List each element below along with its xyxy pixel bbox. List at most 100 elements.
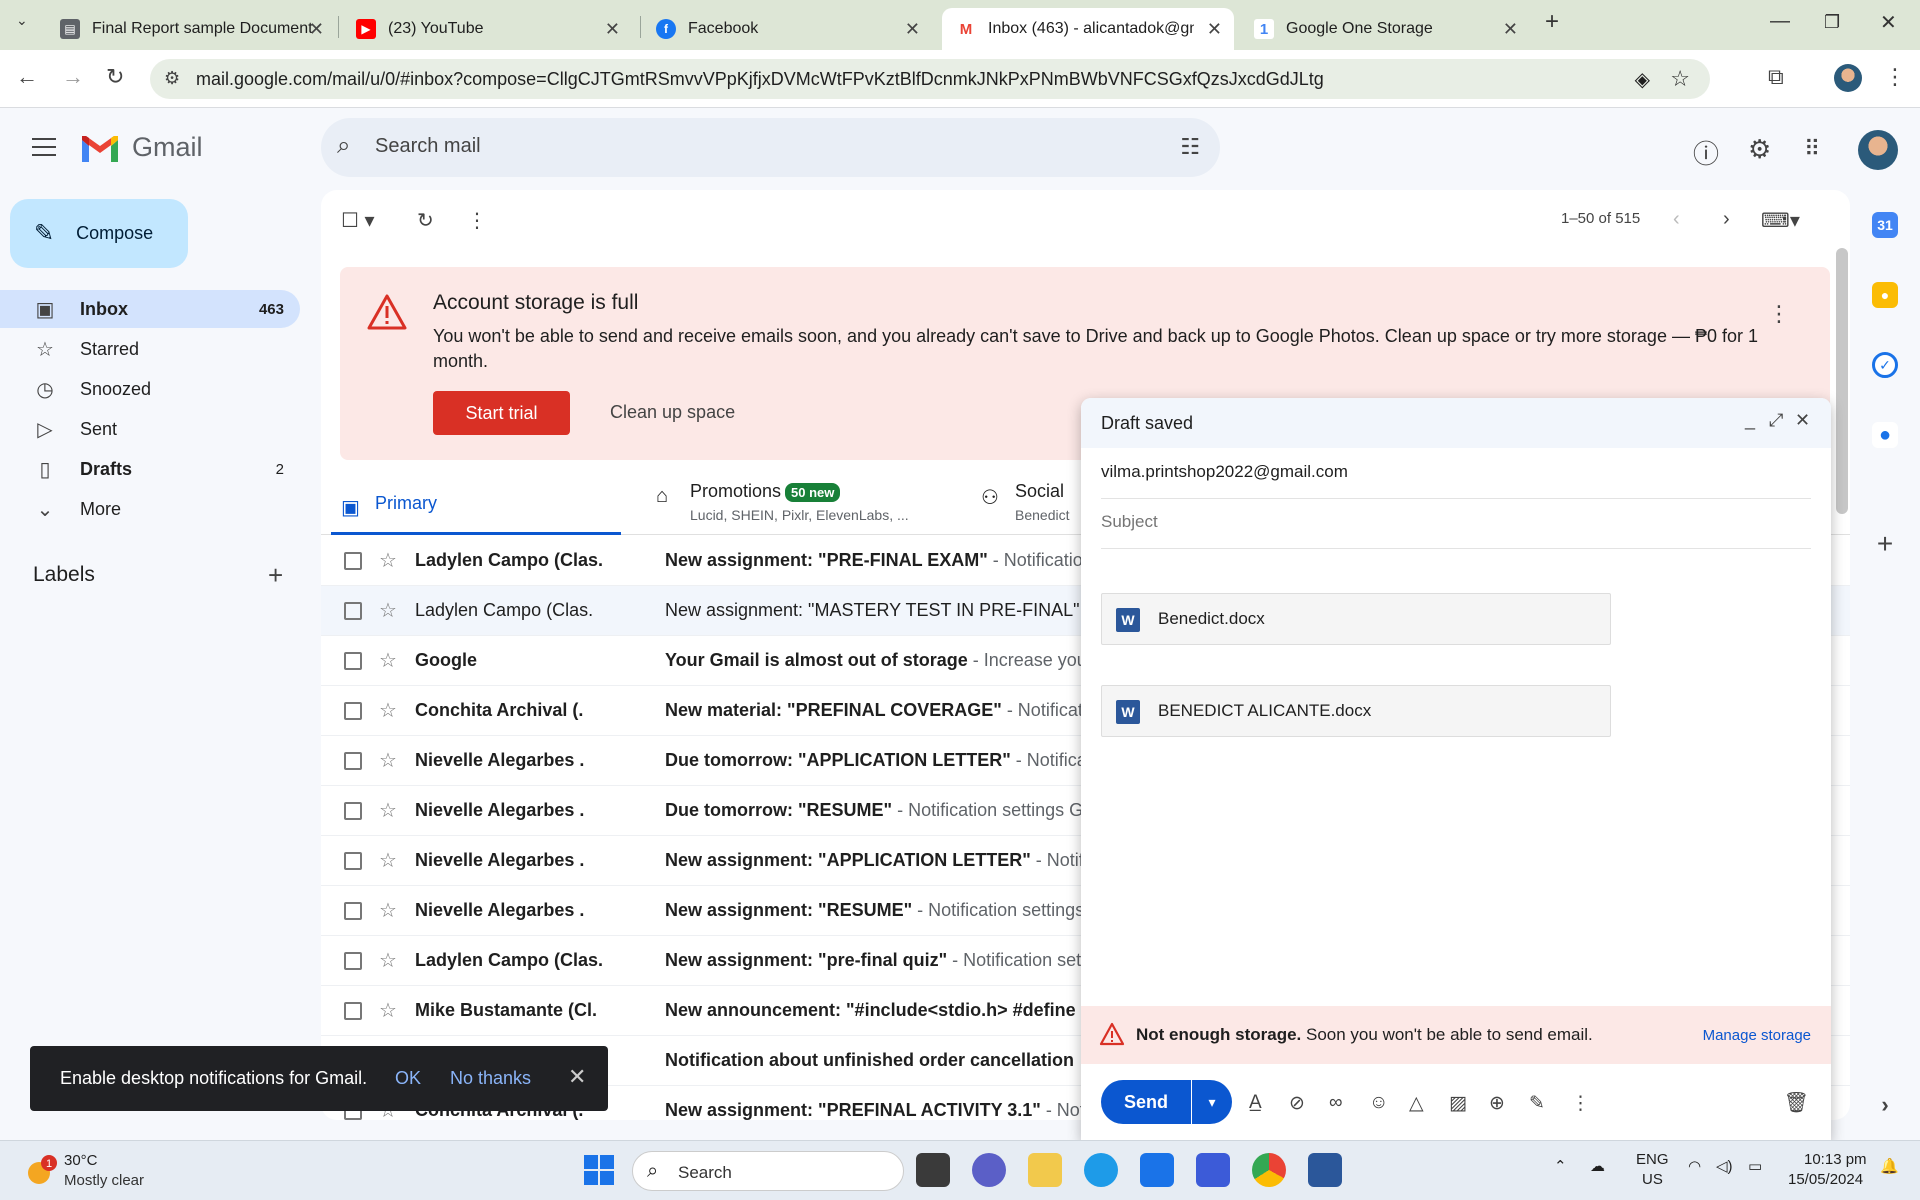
settings-gear-icon[interactable]: ⚙ — [1748, 134, 1771, 165]
more-options-icon[interactable]: ⋮ — [1571, 1092, 1590, 1115]
main-menu-icon[interactable] — [32, 138, 56, 156]
row-checkbox[interactable] — [344, 902, 362, 920]
compose-button[interactable]: ✎ Compose — [10, 199, 188, 268]
nav-item-snoozed[interactable]: ◷ Snoozed — [0, 370, 300, 408]
star-icon[interactable]: ☆ — [379, 548, 397, 573]
search-bar[interactable]: ⌕ Search mail ☷ — [321, 118, 1220, 177]
bookmark-star-icon[interactable]: ☆ — [1670, 66, 1690, 92]
attachment-chip[interactable]: W BENEDICT ALICANTE.docx — [1101, 685, 1611, 737]
nav-item-inbox[interactable]: ▣ Inbox 463 — [0, 290, 300, 328]
recipient-field[interactable]: vilma.printshop2022@gmail.com — [1101, 462, 1348, 482]
tab-primary[interactable]: ▣ Primary — [331, 475, 621, 535]
close-icon[interactable]: ✕ — [1207, 19, 1222, 40]
extension-icon[interactable]: ◈ — [1635, 67, 1650, 92]
show-hidden-icons[interactable]: ⌃ — [1554, 1157, 1567, 1175]
confidential-mode-icon[interactable]: ⊕ — [1489, 1092, 1505, 1115]
star-icon[interactable]: ☆ — [379, 648, 397, 673]
language-code[interactable]: ENG — [1636, 1151, 1669, 1168]
add-addon-icon[interactable]: + — [1872, 528, 1898, 559]
calendar-icon[interactable]: 31 — [1872, 212, 1898, 238]
send-button[interactable]: Send — [1101, 1080, 1191, 1124]
close-icon[interactable]: ✕ — [1503, 19, 1518, 40]
browser-menu-icon[interactable]: ⋮ — [1884, 64, 1906, 90]
edge-icon[interactable] — [1084, 1153, 1118, 1187]
close-icon[interactable]: ✕ — [1795, 410, 1810, 431]
store-icon[interactable] — [1140, 1153, 1174, 1187]
emoji-icon[interactable]: ☺ — [1369, 1092, 1388, 1114]
row-checkbox[interactable] — [344, 552, 362, 570]
word-icon[interactable] — [1308, 1153, 1342, 1187]
row-checkbox[interactable] — [344, 1002, 362, 1020]
clean-up-space-button[interactable]: Clean up space — [610, 402, 735, 423]
prev-page-icon[interactable]: ‹ — [1673, 208, 1680, 231]
window-close-icon[interactable]: ✕ — [1880, 10, 1897, 35]
row-checkbox[interactable] — [344, 752, 362, 770]
star-icon[interactable]: ☆ — [379, 948, 397, 973]
manage-storage-link[interactable]: Manage storage — [1703, 1027, 1811, 1044]
star-icon[interactable]: ☆ — [379, 698, 397, 723]
insert-photo-icon[interactable]: ▨ — [1449, 1092, 1467, 1115]
site-info-icon[interactable]: ⚙ — [164, 68, 180, 89]
close-icon[interactable]: ✕ — [605, 19, 620, 40]
star-icon[interactable]: ☆ — [379, 998, 397, 1023]
star-icon[interactable]: ☆ — [379, 848, 397, 873]
file-explorer-icon[interactable] — [1028, 1153, 1062, 1187]
windows-start-icon[interactable] — [584, 1155, 614, 1185]
row-checkbox[interactable] — [344, 952, 362, 970]
onedrive-icon[interactable]: ☁ — [1590, 1157, 1605, 1175]
wifi-icon[interactable]: ◠ — [1688, 1157, 1701, 1175]
close-icon[interactable]: ✕ — [905, 19, 920, 40]
close-icon[interactable]: ✕ — [568, 1064, 586, 1090]
minimize-icon[interactable]: — — [1770, 10, 1790, 33]
row-checkbox[interactable] — [344, 702, 362, 720]
back-icon[interactable]: ← — [16, 64, 38, 90]
app-icon[interactable] — [1196, 1153, 1230, 1187]
browser-tab[interactable]: 1 Google One Storage ✕ — [1240, 8, 1530, 50]
subject-field[interactable]: Subject — [1101, 512, 1158, 532]
volume-icon[interactable]: ◁) — [1716, 1157, 1733, 1175]
banner-menu-icon[interactable]: ⋮ — [1768, 301, 1790, 327]
chat-icon[interactable] — [972, 1153, 1006, 1187]
minimize-icon[interactable]: _ — [1745, 410, 1755, 431]
nav-item-more[interactable]: ⌄ More — [0, 490, 300, 528]
clock-time[interactable]: 10:13 pm — [1804, 1151, 1867, 1168]
browser-tab[interactable]: ▤ Final Report sample Document ✕ — [46, 8, 336, 50]
forward-icon[interactable]: → — [62, 64, 84, 90]
contacts-icon[interactable]: ● — [1872, 422, 1898, 448]
extensions-icon[interactable]: ⧉ — [1768, 64, 1784, 90]
search-icon[interactable]: ⌕ — [337, 132, 350, 160]
add-label-icon[interactable]: + — [268, 560, 283, 591]
task-view-icon[interactable] — [916, 1153, 950, 1187]
keep-icon[interactable]: ● — [1872, 282, 1898, 308]
start-trial-button[interactable]: Start trial — [433, 391, 570, 435]
row-checkbox[interactable] — [344, 602, 362, 620]
formatting-icon[interactable]: A̲ — [1249, 1092, 1262, 1114]
compose-header[interactable]: Draft saved _ ⤢ ✕ — [1081, 398, 1831, 448]
snackbar-ok-button[interactable]: OK — [395, 1068, 421, 1089]
close-icon[interactable]: ✕ — [309, 19, 324, 40]
star-icon[interactable]: ☆ — [379, 898, 397, 923]
star-icon[interactable]: ☆ — [379, 798, 397, 823]
star-icon[interactable]: ☆ — [379, 748, 397, 773]
drive-icon[interactable]: △ — [1409, 1092, 1424, 1115]
tasks-icon[interactable]: ✓ — [1872, 352, 1898, 378]
row-checkbox[interactable] — [344, 652, 362, 670]
refresh-icon[interactable]: ↻ — [417, 208, 434, 233]
next-page-icon[interactable]: › — [1723, 208, 1730, 231]
nav-item-sent[interactable]: ▷ Sent — [0, 410, 300, 448]
tab-search-button[interactable]: ⌄ — [16, 12, 28, 29]
discard-draft-icon[interactable]: 🗑 — [1784, 1090, 1809, 1115]
new-tab-button[interactable]: + — [1545, 8, 1559, 36]
profile-avatar[interactable] — [1834, 64, 1862, 92]
row-checkbox[interactable] — [344, 852, 362, 870]
insert-link-icon[interactable]: ∞ — [1329, 1092, 1343, 1114]
browser-tab-active[interactable]: M Inbox (463) - alicantadok@gma ✕ — [942, 8, 1234, 50]
signature-icon[interactable]: ✎ — [1529, 1092, 1545, 1115]
address-bar[interactable]: ⚙ mail.google.com/mail/u/0/#inbox?compos… — [150, 59, 1710, 99]
chrome-icon[interactable] — [1252, 1153, 1286, 1187]
more-actions-icon[interactable]: ⋮ — [467, 208, 487, 233]
search-input[interactable]: Search mail — [375, 135, 481, 158]
schedule-send-dropdown[interactable]: ▾ — [1192, 1080, 1232, 1124]
apps-grid-icon[interactable]: ⠿ — [1804, 136, 1820, 162]
restore-icon[interactable]: ❐ — [1824, 12, 1840, 33]
